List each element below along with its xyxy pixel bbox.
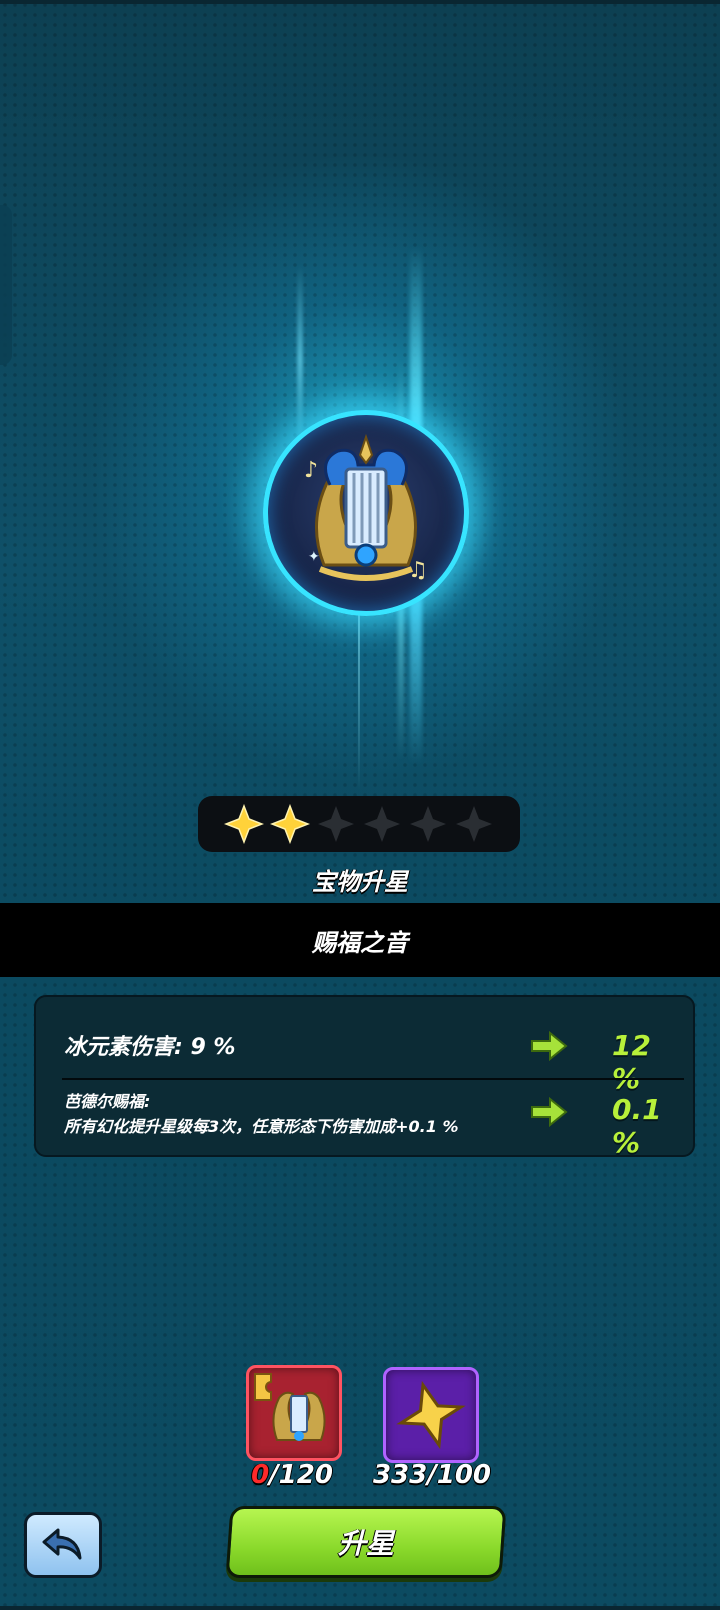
upgrade-title: 宝物升星 xyxy=(312,868,408,896)
stat-label: 芭德尔赐福: 所有幻化提升星级每3次，任意形态下伤害加成+0.1 % xyxy=(64,1089,459,1139)
fragment-need: /120 xyxy=(269,1460,333,1490)
star-empty-icon xyxy=(315,803,357,845)
stat-row: 芭德尔赐福: 所有幻化提升星级每3次，任意形态下伤害加成+0.1 % 0.1 % xyxy=(64,1089,684,1159)
lyre-fragment-icon xyxy=(254,1373,326,1441)
stat-label-desc: 所有幻化提升星级每3次，任意形态下伤害加成+0.1 % xyxy=(64,1117,459,1136)
cost-item-fragment[interactable] xyxy=(246,1365,342,1461)
star-empty-icon xyxy=(453,803,495,845)
treasure-name: 赐福之音 xyxy=(312,928,408,957)
star-empty-icon xyxy=(407,803,449,845)
star-filled-icon xyxy=(223,803,265,845)
stat-new-value: 0.1 % xyxy=(612,1093,662,1159)
svg-text:♫: ♫ xyxy=(408,558,428,583)
star-rating xyxy=(198,796,520,852)
top-edge xyxy=(0,0,720,4)
fragment-have: 0 xyxy=(251,1460,270,1490)
back-arrow-icon xyxy=(42,1528,82,1560)
stats-panel: 冰元素伤害: 9 % 12 % 芭德尔赐福: 所有幻化提升星级每3次，任意形态下… xyxy=(34,995,695,1159)
light-beam xyxy=(358,600,360,790)
stat-label: 冰元素伤害: 9 % xyxy=(64,1035,236,1060)
stat-new-value: 12 % xyxy=(612,1029,651,1095)
fragment-count: 0/120 xyxy=(232,1460,352,1490)
star-empty-icon xyxy=(361,803,403,845)
side-tab[interactable] xyxy=(0,205,12,365)
lyre-emblem-icon: ♪ ♫ ✦ xyxy=(304,433,428,583)
treasure-name-band: 赐福之音 xyxy=(0,903,720,977)
svg-text:✦: ✦ xyxy=(308,549,320,565)
arrow-right-icon xyxy=(531,1097,568,1127)
star-filled-icon xyxy=(269,803,311,845)
stat-label-title: 芭德尔赐福: xyxy=(64,1092,151,1111)
upgrade-star-button[interactable]: 升星 xyxy=(225,1506,507,1578)
arrow-right-icon xyxy=(531,1031,568,1061)
divider xyxy=(62,1078,684,1080)
star-count: 333/100 xyxy=(372,1460,492,1490)
bottom-edge xyxy=(0,1606,720,1610)
upgrade-button-label: 升星 xyxy=(337,1527,394,1560)
back-button[interactable] xyxy=(24,1512,102,1578)
svg-text:♪: ♪ xyxy=(304,458,318,483)
stat-row: 冰元素伤害: 9 % 12 % xyxy=(64,1021,684,1095)
cost-item-star[interactable] xyxy=(383,1367,479,1463)
treasure-emblem[interactable]: ♪ ♫ ✦ xyxy=(263,410,469,616)
gold-star-icon xyxy=(396,1380,466,1450)
